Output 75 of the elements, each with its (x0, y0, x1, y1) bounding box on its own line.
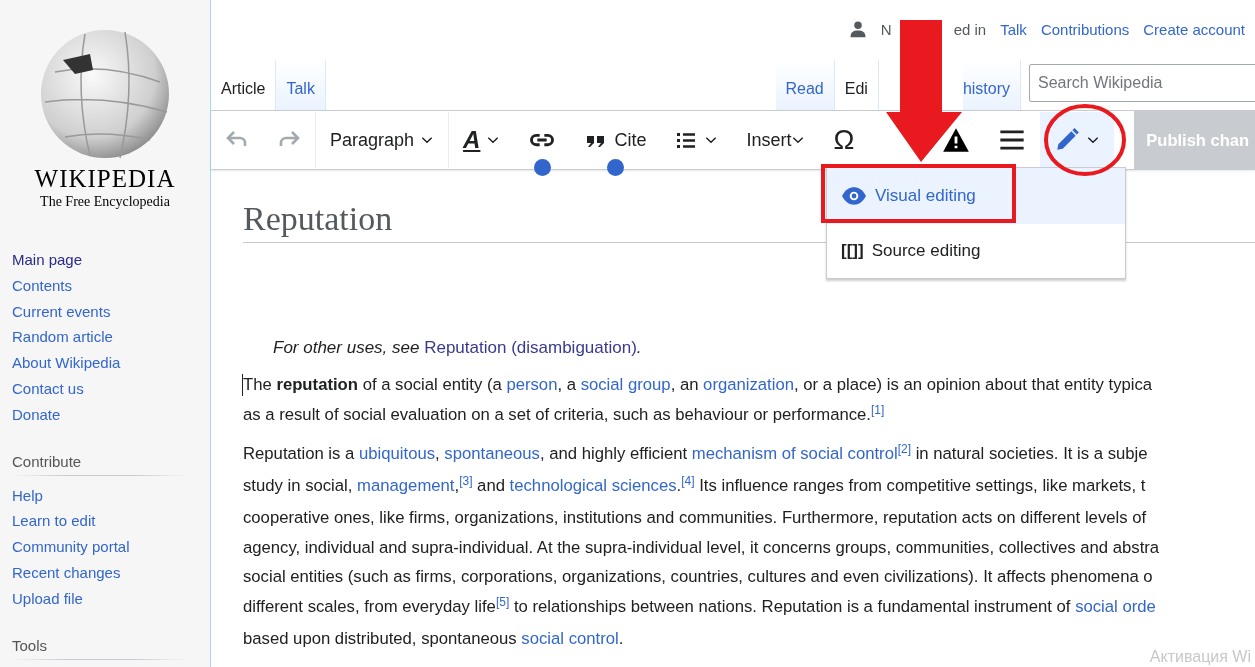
body-text: to relationships between nations. Reputation is a fundamental instrument of (512, 595, 1072, 618)
body-text: , an (670, 374, 700, 396)
hatnote-text: For other uses, see (273, 338, 421, 357)
body-text: . (618, 627, 624, 650)
sidebar-link[interactable]: Contact us (12, 379, 84, 399)
cite-button[interactable]: Cite (570, 112, 661, 168)
bold-term: reputation (276, 374, 358, 396)
article-link[interactable]: organization (703, 370, 795, 400)
login-status: N (880, 20, 892, 38)
sidebar-link[interactable]: Random article (12, 327, 113, 348)
body-text: , a (557, 374, 577, 396)
body-text: and (476, 475, 506, 498)
tagline: The Free Encyclopedia (40, 194, 170, 210)
disambiguation-link[interactable]: Reputation (disambiguation) (424, 338, 637, 357)
body-text: different scales, from everyday life (243, 595, 496, 618)
sidebar-link[interactable]: Contents (12, 275, 73, 296)
sidebar-link[interactable]: Learn to edit (12, 511, 96, 532)
sidebar-link[interactable]: Donate (12, 404, 61, 425)
body-text: based upon distributed, spontaneous (243, 627, 518, 650)
article-link[interactable]: technological sciences (509, 471, 677, 501)
text-cursor (242, 374, 243, 396)
article-link[interactable]: social control (521, 623, 619, 654)
article-link[interactable]: social orde (1075, 591, 1156, 622)
login-status: ed in (953, 20, 987, 38)
pencil-icon (1054, 127, 1081, 153)
user-link[interactable]: Contributions (1040, 20, 1130, 38)
body-text: study in social, (243, 475, 354, 498)
sidebar-link[interactable]: Help (12, 485, 43, 506)
user-link[interactable]: Create account (1143, 20, 1245, 38)
body-text: , (454, 475, 460, 498)
citation-link[interactable]: [4] (681, 467, 695, 497)
citation-link[interactable]: [1] (870, 395, 885, 426)
body-text: Reputation is a (243, 443, 356, 466)
view-tab[interactable]: Read (775, 60, 835, 110)
menu-item[interactable]: [[]] Source editing (827, 224, 1125, 278)
article-link[interactable]: person (506, 370, 558, 400)
special-character-button[interactable]: Ω (819, 112, 869, 168)
sidebar-link[interactable]: Current events (12, 301, 111, 322)
body-text: The (243, 374, 273, 396)
article-link[interactable]: social group (580, 370, 671, 400)
sidebar-link[interactable]: Upload file (12, 588, 83, 609)
wikitext-glyph: [[]] (841, 241, 864, 261)
body-text: as a result of social evaluation on a set of criteria, such as behaviour or performance. (243, 403, 871, 426)
wikipedia-wordmark: WIKIPEDIA (34, 166, 176, 191)
search-field[interactable]: Search Wikipedia (1029, 64, 1255, 102)
body-text: Its influence ranges from competitive settings, like markets, t (698, 475, 1146, 498)
body-text: social entities (such as firms, corporations, organizations, countries, cultures and even civilizations). It affects phenomena o (243, 566, 1153, 589)
body-text: of a social entity (a (361, 374, 503, 396)
body-text: in natural societies. It is a subje (914, 443, 1148, 466)
sidebar-link[interactable]: Community portal (12, 537, 130, 557)
hatnote-text: . (636, 338, 642, 357)
paragraph-dropdown[interactable]: Paragraph (316, 112, 449, 168)
article-link[interactable]: management (357, 471, 455, 501)
citation-link[interactable]: [2] (897, 435, 911, 466)
body-text: , or a place) is an opinion about that entity typica (794, 374, 1153, 396)
body-text: . (676, 475, 682, 498)
citation-link[interactable]: [5] (495, 587, 510, 618)
article-link[interactable]: spontaneous (444, 439, 540, 470)
citation-link[interactable]: [3] (459, 467, 473, 497)
user-link[interactable]: Talk (1000, 20, 1027, 38)
sidebar-link[interactable]: About Wikipedia (12, 353, 121, 373)
body-text: , (435, 443, 441, 466)
body-text: , and highly efficient (539, 443, 689, 466)
page-tab[interactable]: Talk (276, 60, 326, 110)
edit-mode-button[interactable] (1040, 112, 1115, 168)
article-link[interactable]: mechanism of social control (691, 439, 898, 470)
text-style-button[interactable]: A (449, 112, 515, 168)
sidebar-link[interactable]: Recent changes (12, 562, 121, 583)
sidebar-link[interactable]: Main page (12, 250, 83, 270)
user-icon (848, 20, 867, 38)
view-tab[interactable]: history (962, 60, 1021, 110)
body-text: cooperative ones, like firms, organizations, institutions and communities. Furthermore, reputation acts on different levels of (243, 506, 1147, 529)
insert-dropdown[interactable]: Insert (732, 112, 820, 168)
warning-icon (942, 126, 971, 154)
body-text: agency, individual and supra-individual. At the supra-individual level, it concerns groups, communities, collectives and abstra (243, 536, 1160, 559)
